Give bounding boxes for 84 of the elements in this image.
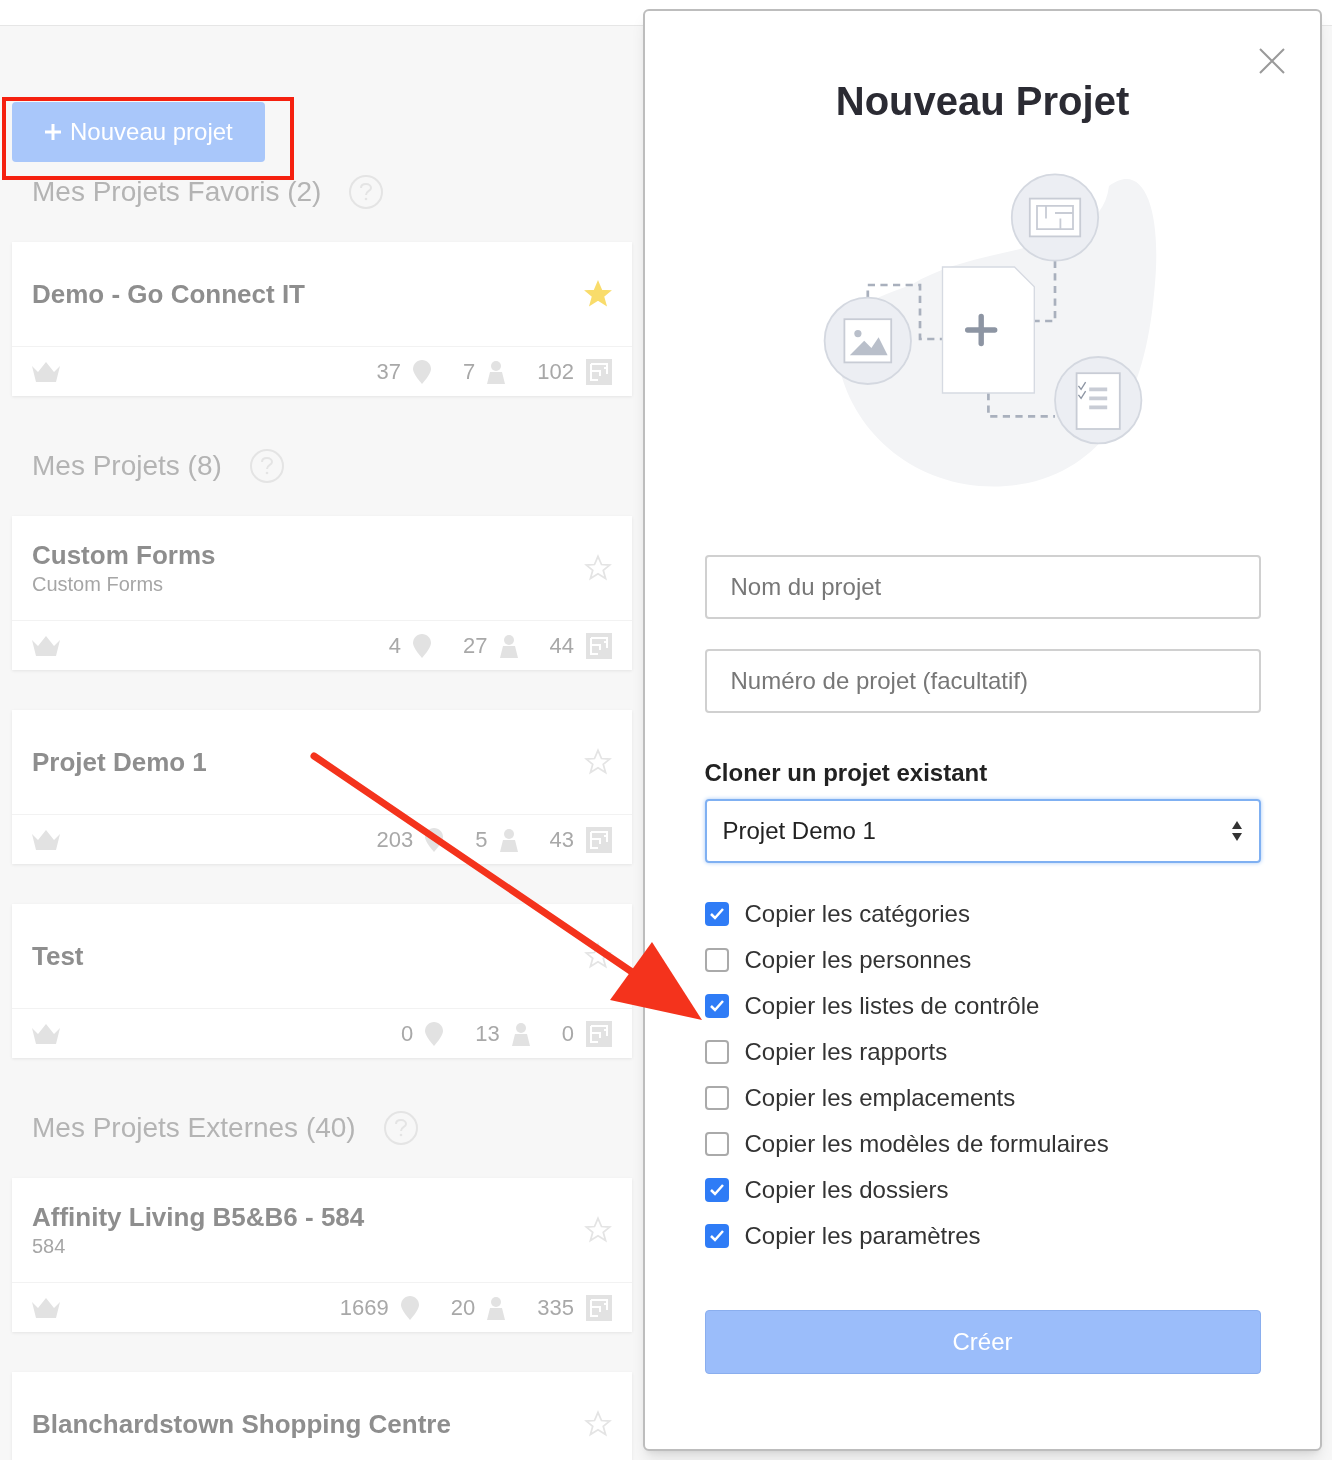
floor-plan-icon xyxy=(586,358,612,385)
project-name: Demo - Go Connect IT xyxy=(32,277,305,311)
pin-icon xyxy=(413,633,432,658)
plan-count: 43 xyxy=(549,826,574,854)
close-icon[interactable] xyxy=(1258,47,1286,75)
option-label: Copier les rapports xyxy=(744,1037,948,1066)
option-label: Copier les paramètres xyxy=(744,1221,981,1250)
crown-icon xyxy=(32,635,60,656)
crown-icon xyxy=(32,361,60,382)
crown-icon xyxy=(32,1297,60,1318)
person-icon xyxy=(511,1021,530,1046)
project-subtitle: Custom Forms xyxy=(32,571,165,597)
person-count: 13 xyxy=(475,1020,500,1048)
section-title: Mes Projets Favoris (2) xyxy=(32,175,322,209)
project-card[interactable]: Affinity Living B5&B6 - 584 584 1669 20 335 xyxy=(12,1178,632,1332)
person-icon xyxy=(487,359,506,384)
plus-icon xyxy=(44,123,62,141)
pin-count: 4 xyxy=(388,632,402,660)
project-card[interactable]: Test 0 13 0 xyxy=(12,904,632,1058)
crown-icon xyxy=(32,829,60,850)
pin-count: 1669 xyxy=(339,1294,389,1322)
checkbox[interactable] xyxy=(704,1131,729,1156)
floor-plan-icon xyxy=(586,826,612,853)
pin-count: 203 xyxy=(376,826,414,854)
star-icon[interactable] xyxy=(584,280,612,308)
checkbox[interactable] xyxy=(704,901,729,926)
person-count: 7 xyxy=(463,358,476,386)
star-icon[interactable] xyxy=(584,554,612,582)
floor-plan-icon xyxy=(586,1294,612,1321)
star-icon[interactable] xyxy=(584,1410,612,1438)
star-icon[interactable] xyxy=(584,748,612,776)
person-icon xyxy=(487,1295,506,1320)
new-project-button[interactable]: Nouveau projet xyxy=(12,102,265,162)
checkbox[interactable] xyxy=(704,1223,729,1248)
floor-plan-icon xyxy=(586,632,612,659)
checkbox[interactable] xyxy=(704,1085,729,1110)
project-name: Blanchardstown Shopping Centre xyxy=(32,1407,451,1441)
section-title: Mes Projets Externes (40) xyxy=(32,1111,356,1145)
checkbox[interactable] xyxy=(704,1039,729,1064)
checkbox[interactable] xyxy=(704,993,729,1018)
text-field[interactable]: Nom du projet xyxy=(704,555,1261,619)
checkbox[interactable] xyxy=(704,1177,729,1202)
plan-count: 102 xyxy=(537,358,574,386)
project-card[interactable]: Custom Forms Custom Forms 4 27 44 xyxy=(12,516,632,670)
clone-label: Cloner un projet existant xyxy=(704,758,989,788)
project-name: Projet Demo 1 xyxy=(32,745,207,779)
star-icon[interactable] xyxy=(584,942,612,970)
sort-icon xyxy=(1230,819,1243,843)
plan-count: 0 xyxy=(561,1020,574,1048)
option-label: Copier les modèles de formulaires xyxy=(744,1129,1109,1158)
project-name: Affinity Living B5&B6 - 584 xyxy=(32,1201,365,1234)
option-label: Copier les dossiers xyxy=(744,1175,949,1204)
star-icon[interactable] xyxy=(584,1216,612,1244)
person-icon xyxy=(499,633,518,658)
plan-count: 335 xyxy=(537,1294,574,1322)
person-count: 27 xyxy=(463,632,488,660)
option-label: Copier les catégories xyxy=(744,899,970,928)
pin-count: 37 xyxy=(376,358,402,386)
pin-icon xyxy=(425,827,444,852)
section-title: Mes Projets (8) xyxy=(32,449,222,483)
project-name: Custom Forms xyxy=(32,539,216,572)
option-label: Copier les personnes xyxy=(744,945,972,974)
floor-plan-icon xyxy=(586,1020,612,1047)
project-card[interactable]: Blanchardstown Shopping Centre xyxy=(12,1372,632,1460)
option-label: Copier les emplacements xyxy=(744,1083,1016,1112)
project-name: Test xyxy=(32,939,84,973)
create-button[interactable]: Créer xyxy=(704,1310,1261,1374)
pin-icon xyxy=(400,1295,419,1320)
project-card[interactable]: Projet Demo 1 203 5 43 xyxy=(12,710,632,864)
project-card[interactable]: Demo - Go Connect IT 37 7 102 xyxy=(12,242,632,396)
pin-count: 0 xyxy=(401,1020,414,1048)
text-field[interactable]: Numéro de projet (facultatif) xyxy=(704,649,1261,713)
checkbox[interactable] xyxy=(704,947,729,972)
dialog-title: Nouveau Projet xyxy=(835,78,1130,125)
pin-icon xyxy=(425,1021,444,1046)
person-count: 20 xyxy=(450,1294,476,1322)
person-icon xyxy=(499,827,518,852)
plan-count: 44 xyxy=(549,632,574,660)
person-count: 5 xyxy=(475,826,488,854)
option-label: Copier les listes de contrôle xyxy=(744,991,1040,1020)
clone-select[interactable]: Projet Demo 1 xyxy=(704,799,1261,863)
crown-icon xyxy=(32,1023,60,1044)
project-subtitle: 584 xyxy=(32,1233,67,1259)
pin-icon xyxy=(413,359,432,384)
